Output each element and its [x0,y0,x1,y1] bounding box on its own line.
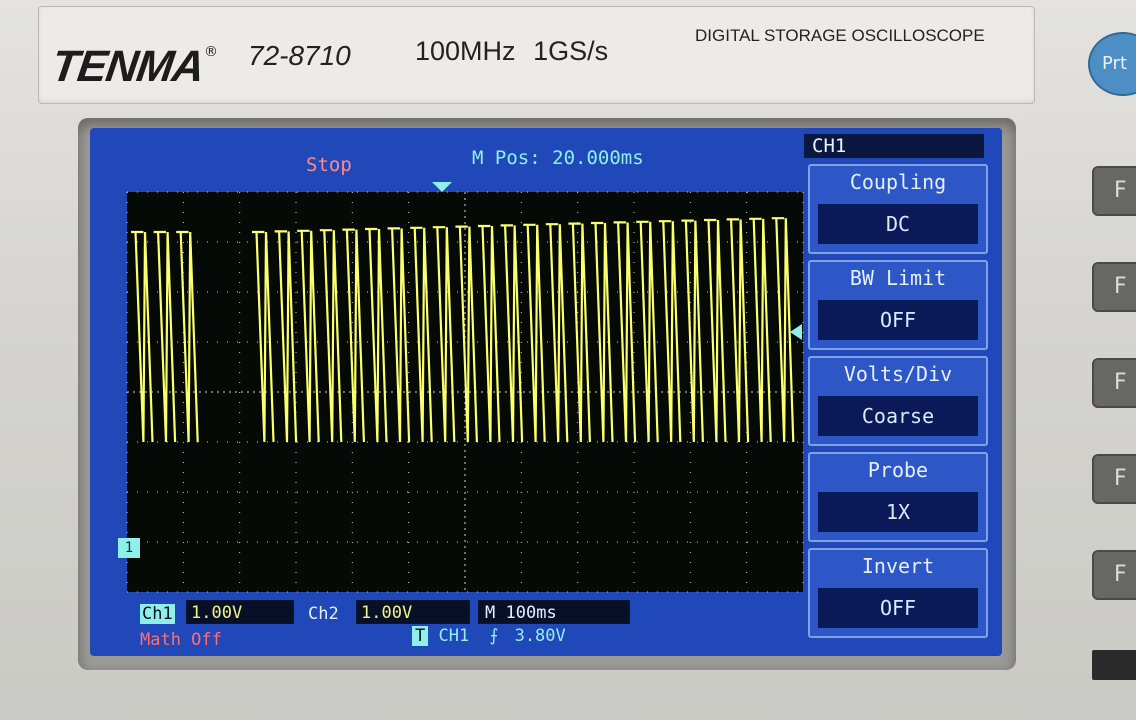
menu-label-probe: Probe [867,458,929,482]
timebase-value: 100ms [505,603,557,623]
ch2-label: Ch2 [308,604,339,624]
device-subtitle: DIGITAL STORAGE OSCILLOSCOPE [695,26,985,45]
ch1-ground-marker: 1 [118,538,140,558]
menu-value-volts-div: Coarse [818,396,978,436]
ch2-scale-value: 1.00V [361,603,413,623]
trigger-level: 3.80V [514,626,566,646]
bandwidth-label: 100MHz [415,36,516,66]
trigger-glyph: T [412,626,429,646]
timebase-label: M [485,603,496,623]
marker-glyph: M [472,147,484,169]
side-button-2[interactable]: F [1092,262,1136,312]
brand-logo: TENMA [48,42,207,91]
side-button-5[interactable]: F [1092,550,1136,600]
menu-label-coupling: Coupling [849,170,947,194]
trigger-position-marker [432,182,452,192]
side-button-4[interactable]: F [1092,454,1136,504]
menu-value-probe: 1X [818,492,978,532]
menu-label-invert: Invert [861,554,935,578]
position-value: 20.000ms [552,147,644,169]
ch1-label: Ch1 [140,604,175,624]
menu-label-bw-limit: BW Limit [849,266,947,290]
menu-value-invert: OFF [818,588,978,628]
ground-marker-label: 1 [124,540,134,556]
trigger-readout: T CH1 ⨍ 3.80V [412,626,566,646]
trigger-edge-icon: ⨍ [489,626,499,646]
timebase-readout: M 100ms [478,600,630,624]
menu-item-bw-limit[interactable]: BW Limit OFF [808,260,988,350]
side-button-3[interactable]: F [1092,358,1136,408]
trigger-source: CH1 [438,626,470,646]
menu-value-bw-limit: OFF [818,300,978,340]
menu-item-volts-div[interactable]: Volts/Div Coarse [808,356,988,446]
position-label: Pos: [494,147,541,169]
ch1-scale: 1.00V [186,600,294,624]
ch2-scale: 1.00V [356,600,470,624]
menu-label-volts-div: Volts/Div [843,362,953,386]
model-number: 72-8710 [248,40,351,71]
position-readout: M Pos: 20.000ms [472,147,644,169]
menu-title: CH1 [804,134,984,158]
math-status: Math Off [140,630,222,650]
menu-item-invert[interactable]: Invert OFF [808,548,988,638]
registered-mark: ® [204,44,218,60]
side-button-1[interactable]: F [1092,166,1136,216]
menu-item-probe[interactable]: Probe 1X [808,452,988,542]
ch1-scale-value: 1.00V [191,603,243,623]
sample-rate-label: 1GS/s [533,36,609,66]
usb-slot [1092,650,1136,680]
menu-value-coupling: DC [818,204,978,244]
menu-item-coupling[interactable]: Coupling DC [808,164,988,254]
waveform-display [126,182,804,593]
spec-line: 100MHz 1GS/s [415,36,608,67]
